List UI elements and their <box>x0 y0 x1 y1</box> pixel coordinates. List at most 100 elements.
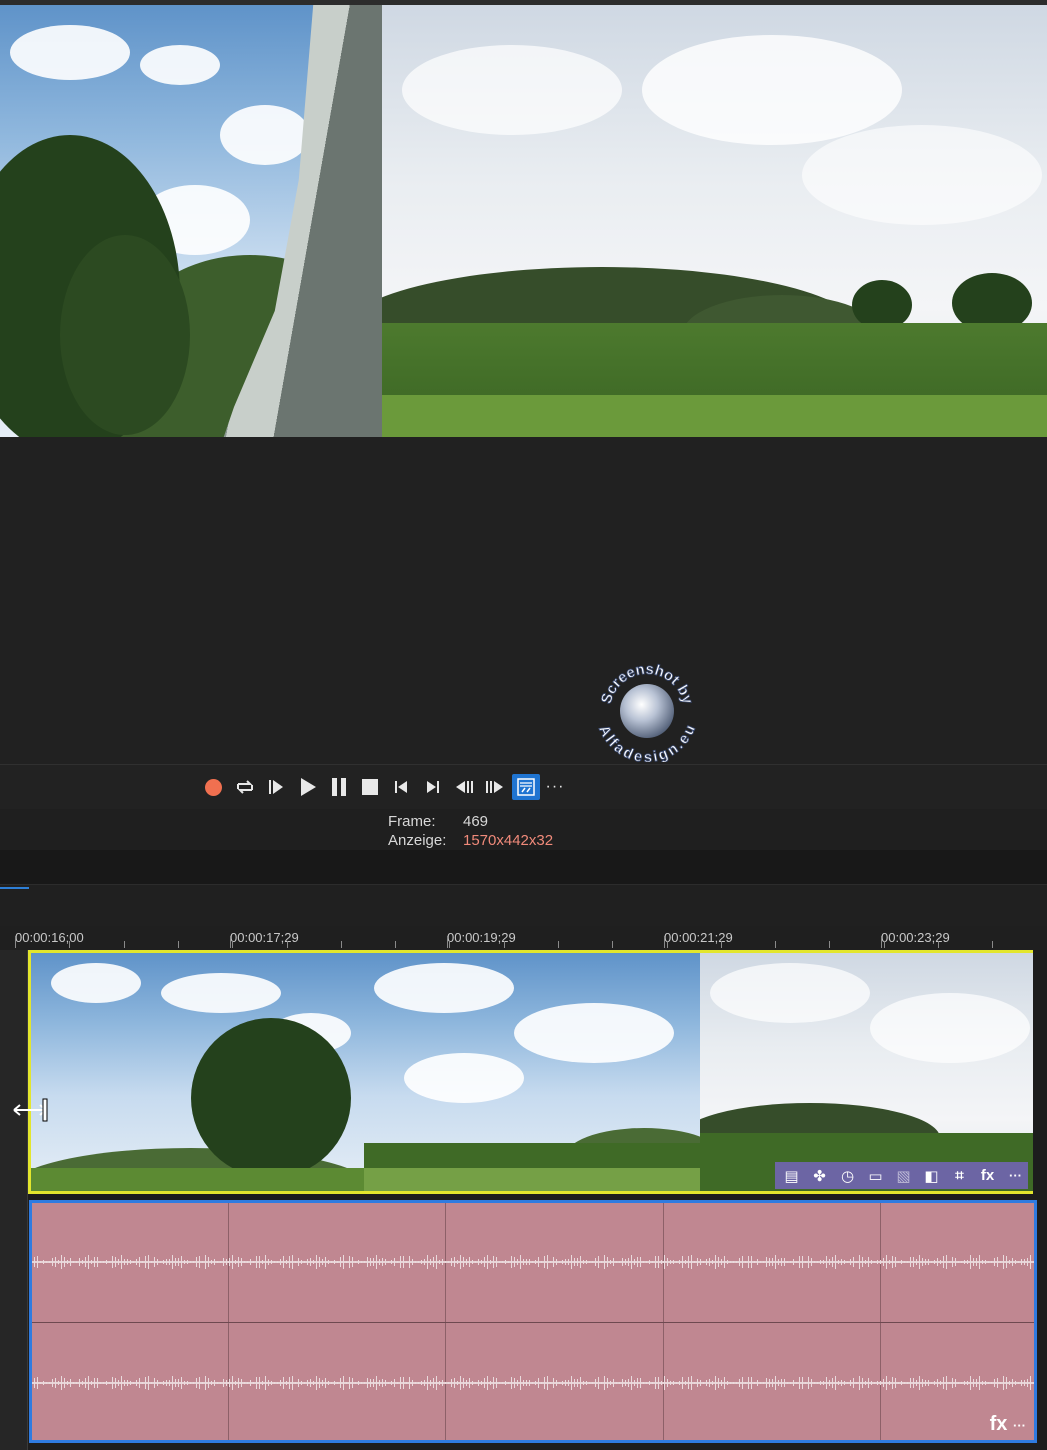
waveform-sample <box>139 1378 140 1388</box>
waveform-sample <box>133 1261 134 1263</box>
waveform-sample <box>346 1261 347 1263</box>
audio-fx-button[interactable]: fx ··· <box>990 1413 1026 1436</box>
transport-toolbar: ··· <box>0 764 1047 810</box>
waveform-sample <box>70 1258 71 1266</box>
waveform-sample <box>958 1261 959 1263</box>
waveform-sample <box>472 1381 473 1385</box>
pause-icon <box>332 778 346 796</box>
waveform-sample <box>967 1381 968 1385</box>
waveform-sample <box>394 1258 395 1266</box>
play-button[interactable] <box>294 774 322 800</box>
waveform-sample <box>631 1376 632 1390</box>
event-pan-crop-fx-icon[interactable]: ▤ <box>779 1164 804 1187</box>
waveform-sample <box>766 1378 767 1388</box>
loop-button[interactable] <box>231 774 259 800</box>
waveform-sample <box>763 1261 764 1263</box>
more-icon[interactable]: ··· <box>1003 1164 1028 1187</box>
timeline-ruler[interactable]: 00:00:16;00 00:00:17;29 00:00:19;29 00:0… <box>0 926 1047 950</box>
waveform-sample <box>670 1260 671 1264</box>
waveform-sample <box>679 1260 680 1264</box>
waveform-sample <box>208 1378 209 1388</box>
waveform-sample <box>682 1377 683 1389</box>
ruler-tick <box>124 941 125 948</box>
ruler-tick <box>938 941 939 948</box>
event-switches-icon[interactable]: ▭ <box>863 1164 888 1187</box>
waveform-sample <box>730 1261 731 1263</box>
waveform-sample <box>721 1259 722 1265</box>
waveform-sample <box>190 1382 191 1384</box>
waveform-sample <box>916 1259 917 1265</box>
ruler-tick <box>612 941 613 948</box>
watermark-seal: Screenshot by Alfadesign.eu <box>595 660 700 766</box>
waveform-sample <box>1027 1379 1028 1387</box>
waveform-sample <box>670 1381 671 1385</box>
panel-divider[interactable] <box>0 850 1047 884</box>
stop-button[interactable] <box>356 774 384 800</box>
waveform-sample <box>67 1381 68 1385</box>
waveform-sample <box>193 1261 194 1263</box>
more-button[interactable]: ··· <box>541 774 569 800</box>
waveform-sample <box>178 1379 179 1387</box>
waveform-sample <box>139 1257 140 1267</box>
waveform-sample <box>454 1378 455 1388</box>
waveform-sample <box>937 1379 938 1387</box>
waveform-sample <box>649 1260 650 1264</box>
waveform-sample <box>757 1259 758 1265</box>
waveform-sample <box>799 1377 800 1389</box>
video-preview-options-button[interactable] <box>512 774 540 800</box>
timeline-scroll-indicator[interactable] <box>0 887 29 889</box>
media-fx-icon[interactable]: ✤ <box>807 1164 832 1187</box>
waveform-sample <box>115 1378 116 1388</box>
waveform-sample <box>994 1258 995 1266</box>
record-button[interactable] <box>199 774 227 800</box>
crop-icon[interactable]: ⌗ <box>947 1164 972 1187</box>
waveform-sample <box>349 1256 350 1268</box>
waveform-sample <box>40 1382 41 1384</box>
pause-button[interactable] <box>325 774 353 800</box>
ruler-tick <box>884 941 885 948</box>
waveform-sample <box>994 1379 995 1387</box>
play-from-start-button[interactable] <box>262 774 290 800</box>
waveform-sample <box>526 1259 527 1265</box>
waveform-sample <box>232 1376 233 1390</box>
waveform-sample <box>385 1259 386 1265</box>
go-to-end-button[interactable] <box>419 774 447 800</box>
waveform-sample <box>925 1380 926 1386</box>
waveform-sample <box>607 1257 608 1267</box>
waveform-sample <box>388 1382 389 1384</box>
waveform-sample <box>229 1379 230 1387</box>
video-event[interactable]: ▤ ✤ ◷ ▭ ▧ ◧ ⌗ fx ··· <box>28 950 1033 1194</box>
waveform-sample <box>949 1261 950 1263</box>
waveform-sample <box>475 1382 476 1384</box>
ruler-tick <box>829 941 830 948</box>
waveform-sample <box>217 1382 218 1384</box>
ruler-tick <box>287 941 288 948</box>
waveform-sample <box>583 1381 584 1385</box>
waveform-sample <box>634 1259 635 1265</box>
waveform-sample <box>433 1378 434 1388</box>
waveform-sample <box>775 1376 776 1390</box>
generated-media-icon[interactable]: ◧ <box>919 1164 944 1187</box>
go-to-start-button[interactable] <box>387 774 415 800</box>
play-icon <box>300 778 316 796</box>
waveform-sample <box>823 1381 824 1385</box>
waveform-sample <box>805 1382 806 1384</box>
waveform-sample <box>304 1382 305 1384</box>
waveform-sample <box>895 1257 896 1267</box>
waveform-sample <box>532 1382 533 1384</box>
audio-event[interactable]: fx ··· <box>29 1200 1037 1443</box>
waveform-sample <box>556 1380 557 1386</box>
next-frame-button[interactable] <box>481 774 509 800</box>
previous-frame-button[interactable] <box>450 774 478 800</box>
waveform-sample <box>679 1381 680 1385</box>
event-speed-icon[interactable]: ◷ <box>835 1164 860 1187</box>
waveform-sample <box>784 1379 785 1387</box>
waveform-sample <box>808 1256 809 1268</box>
waveform-sample <box>469 1378 470 1388</box>
fx-icon[interactable]: fx <box>975 1164 1000 1187</box>
waveform-sample <box>391 1381 392 1385</box>
waveform-sample <box>499 1261 500 1263</box>
waveform-sample <box>553 1378 554 1388</box>
event-properties-icon[interactable]: ▧ <box>891 1164 916 1187</box>
waveform-sample <box>733 1261 734 1263</box>
